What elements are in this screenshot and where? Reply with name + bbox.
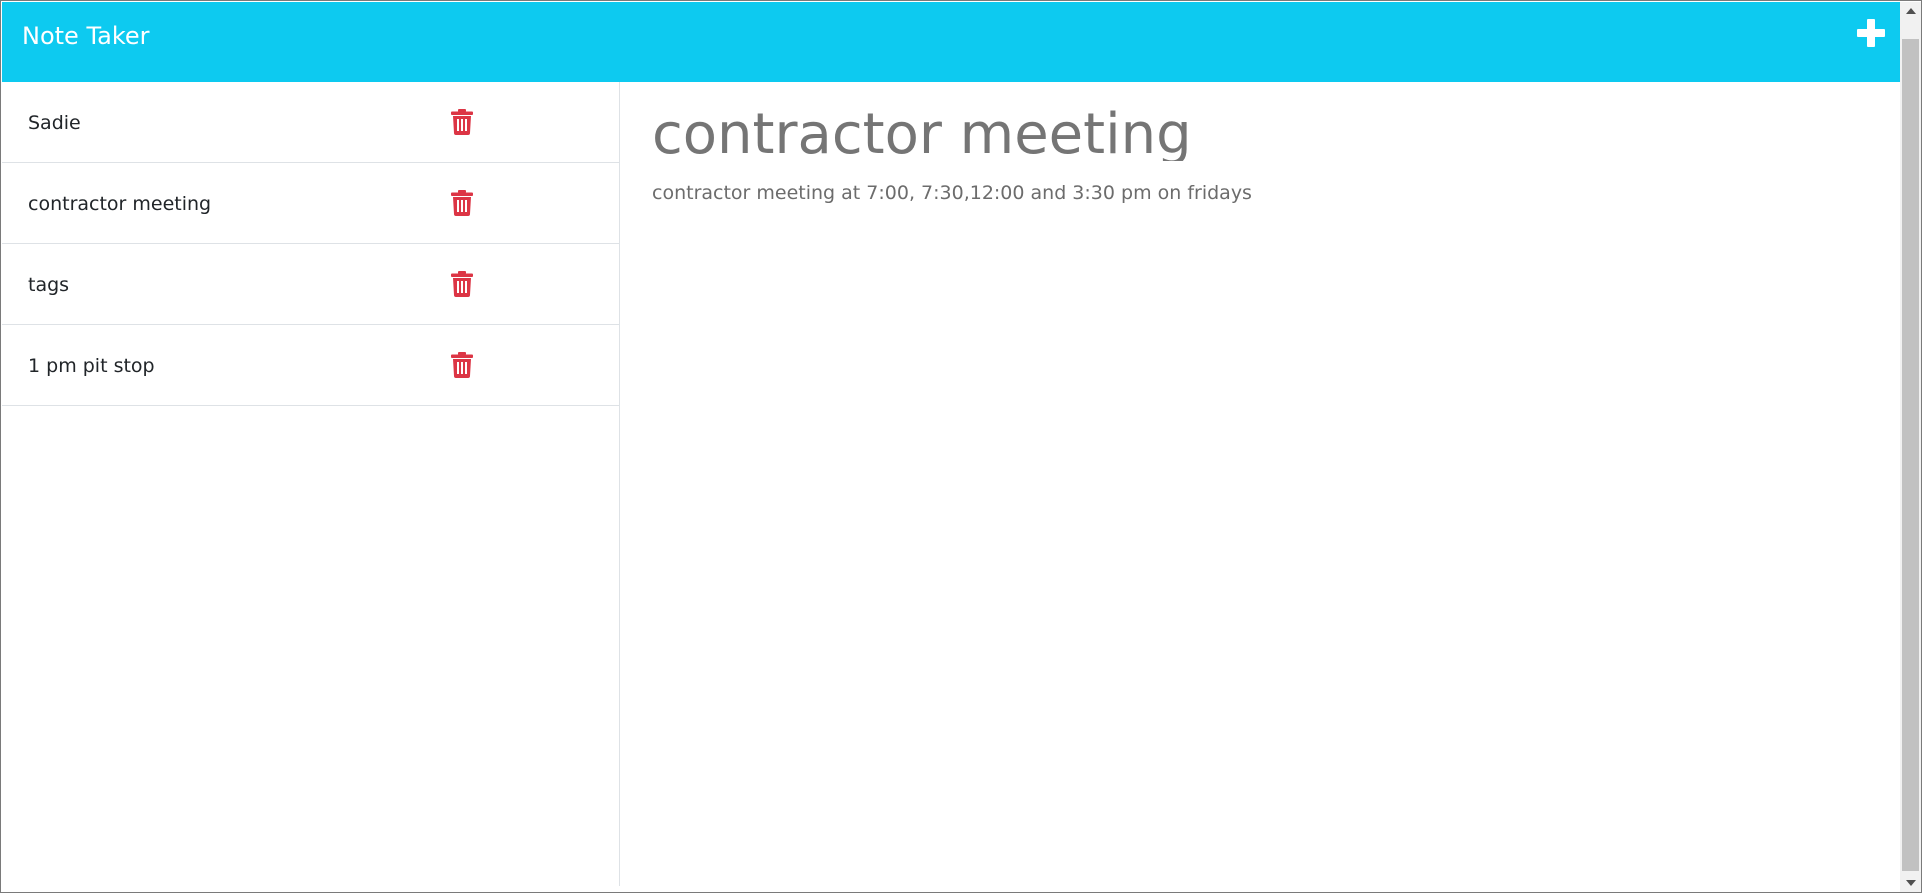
note-editor: contractor meeting contractor meeting at… [652,97,1882,205]
note-title-input[interactable]: contractor meeting [652,97,1882,161]
scroll-up-arrow-icon[interactable] [1906,8,1916,14]
vertical-scrollbar[interactable] [1900,2,1921,892]
note-list-item-title: contractor meeting [28,193,212,215]
note-list-item-title: tags [28,274,70,296]
app-title: Note Taker [22,22,150,50]
note-list-item-title: Sadie [28,112,81,134]
trash-icon [451,271,473,297]
note-list: Sadie contractor meeting tags 1 pm pit s… [2,82,619,406]
navbar: Note Taker [2,2,1900,82]
note-list-item[interactable]: Sadie [2,82,619,163]
note-list-item[interactable]: contractor meeting [2,163,619,244]
note-list-item[interactable]: 1 pm pit stop [2,325,619,406]
note-list-item-title: 1 pm pit stop [28,355,155,377]
note-list-item[interactable]: tags [2,244,619,325]
plus-icon [1857,19,1885,47]
scroll-down-arrow-icon[interactable] [1906,880,1916,886]
trash-icon [451,190,473,216]
app-window: Note Taker Sadie contractor meeting tags… [0,0,1922,893]
delete-note-button[interactable] [451,109,473,135]
delete-note-button[interactable] [451,352,473,378]
note-text-area[interactable]: contractor meeting at 7:00, 7:30,12:00 a… [652,181,1882,205]
note-list-panel: Sadie contractor meeting tags 1 pm pit s… [2,82,620,886]
trash-icon [451,109,473,135]
delete-note-button[interactable] [451,271,473,297]
scrollbar-thumb[interactable] [1902,39,1919,871]
delete-note-button[interactable] [451,190,473,216]
new-note-button[interactable] [1854,16,1888,50]
trash-icon [451,352,473,378]
